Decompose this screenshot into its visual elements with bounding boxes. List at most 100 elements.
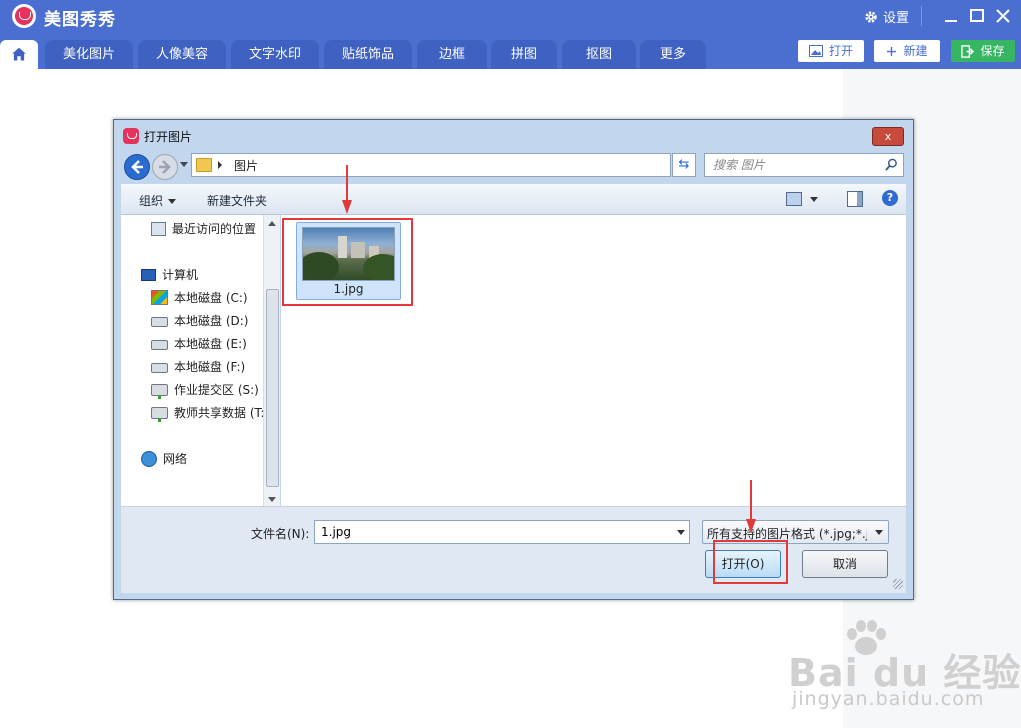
tab-stickers[interactable]: 贴纸饰品 [324, 40, 412, 69]
nav-item-drive-t[interactable]: 教师共享数据 (T: [151, 404, 265, 422]
dialog-toolbar: 组织 新建文件夹 ? [121, 184, 906, 215]
nav-item-computer[interactable]: 计算机 [141, 266, 198, 283]
navigation-scrollbar[interactable] [263, 215, 280, 506]
tab-more[interactable]: 更多 [640, 40, 706, 69]
nav-item-drive-d[interactable]: 本地磁盘 (D:) [151, 312, 248, 329]
arrow-down-icon [746, 519, 756, 533]
drive-icon [151, 363, 168, 373]
tab-home[interactable] [0, 40, 38, 69]
app-title: 美图秀秀 [44, 10, 116, 30]
nav-item-label: 本地磁盘 (C:) [174, 291, 248, 305]
breadcrumb-separator-icon[interactable] [218, 161, 222, 169]
new-folder-button[interactable]: 新建文件夹 [207, 192, 267, 209]
view-mode-icon[interactable] [786, 192, 802, 206]
search-box[interactable] [704, 153, 904, 177]
scroll-up-icon[interactable] [268, 221, 276, 226]
nav-item-label: 网络 [163, 452, 188, 466]
close-window-icon[interactable] [993, 6, 1013, 26]
filename-input[interactable] [319, 523, 663, 541]
tab-collage[interactable]: 拼图 [491, 40, 557, 69]
nav-item-drive-f[interactable]: 本地磁盘 (F:) [151, 358, 245, 375]
highlight-box-open-button [713, 540, 788, 584]
image-icon [808, 45, 823, 57]
nav-item-drive-s[interactable]: 作业提交区 (S:) [151, 381, 259, 399]
back-arrow-icon[interactable] [124, 154, 150, 180]
nav-item-label: 最近访问的位置 [172, 222, 257, 236]
nav-item-drive-c[interactable]: 本地磁盘 (C:) [151, 289, 248, 306]
save-icon [961, 44, 975, 58]
navigation-pane: 最近访问的位置 计算机 本地磁盘 (C:) 本地磁盘 (D:) 本地磁盘 (E:… [121, 215, 279, 506]
arrow-down-icon [342, 200, 352, 214]
nav-item-drive-e[interactable]: 本地磁盘 (E:) [151, 335, 247, 352]
maximize-icon[interactable] [967, 6, 987, 26]
nav-item-label: 本地磁盘 (F:) [174, 360, 246, 374]
baidu-jingyan-watermark: Bai du 经验 jingyan.baidu.com [788, 620, 1020, 720]
open-image-dialog: 打开图片 x 图片 ⇆ 组织 新建文件夹 ? 最近访问的位置 计算机 [113, 119, 914, 600]
drive-icon [151, 317, 168, 327]
network-drive-icon [151, 406, 168, 422]
nav-item-network[interactable]: 网络 [141, 450, 187, 467]
tab-text-watermark[interactable]: 文字水印 [231, 40, 319, 69]
dialog-footer: 文件名(N): 所有支持的图片格式 (*.jpg;*.jp 打开(O) 取消 [121, 506, 906, 593]
dialog-cancel-button[interactable]: 取消 [802, 550, 888, 578]
breadcrumb-current[interactable]: 图片 [234, 157, 258, 174]
network-icon [141, 450, 157, 467]
plus-icon [887, 46, 897, 56]
annotation-arrow-open [750, 480, 752, 520]
new-button[interactable]: 新建 [874, 40, 940, 62]
settings-label: 设置 [883, 11, 910, 26]
open-button[interactable]: 打开 [798, 40, 864, 62]
minimize-icon[interactable] [941, 6, 961, 26]
home-icon [12, 47, 26, 61]
recent-locations-dropdown-icon[interactable] [180, 162, 188, 167]
nav-item-label: 计算机 [162, 268, 199, 282]
recent-places-icon [151, 221, 166, 236]
tab-cutout[interactable]: 抠图 [562, 40, 636, 69]
network-drive-icon [151, 383, 168, 399]
view-options-dropdown-icon[interactable] [810, 197, 818, 202]
gear-icon [865, 10, 877, 23]
refresh-button[interactable]: ⇆ [672, 153, 696, 177]
settings-button[interactable]: 设置 [864, 7, 909, 26]
tab-portrait[interactable]: 人像美容 [138, 40, 226, 69]
chevron-down-icon [875, 530, 883, 535]
dialog-title: 打开图片 [144, 130, 193, 144]
dialog-close-button[interactable]: x [872, 127, 904, 146]
watermark-url: jingyan.baidu.com [792, 688, 985, 710]
dialog-app-icon [123, 128, 139, 144]
open-button-label: 打开 [828, 44, 853, 58]
folder-icon [196, 158, 212, 172]
search-icon[interactable] [885, 158, 898, 171]
search-input[interactable] [711, 156, 875, 174]
chevron-down-icon [168, 199, 177, 204]
forward-arrow-icon[interactable] [152, 154, 178, 180]
filename-dropdown-icon[interactable] [677, 530, 685, 535]
resize-grip[interactable] [893, 579, 903, 589]
scroll-down-icon[interactable] [268, 497, 276, 502]
filename-field[interactable] [314, 520, 690, 544]
scroll-thumb[interactable] [266, 289, 279, 487]
tab-border[interactable]: 边框 [417, 40, 487, 69]
refresh-icon: ⇆ [678, 157, 690, 172]
filename-label: 文件名(N): [251, 527, 310, 541]
nav-item-label: 本地磁盘 (E:) [174, 337, 247, 351]
computer-icon [141, 268, 156, 281]
new-button-label: 新建 [903, 44, 928, 58]
address-bar[interactable]: 图片 [191, 153, 744, 177]
system-drive-icon [151, 290, 168, 305]
window-controls-divider [921, 6, 922, 26]
highlight-box-file [282, 218, 413, 306]
help-icon[interactable]: ? [882, 190, 898, 206]
app-title-bar: 美图秀秀 设置 [0, 0, 1021, 32]
organize-label: 组织 [139, 194, 164, 208]
nav-item-recent[interactable]: 最近访问的位置 [151, 220, 256, 237]
preview-pane-icon[interactable] [847, 191, 863, 207]
tab-beautify[interactable]: 美化图片 [45, 40, 133, 69]
nav-item-label: 本地磁盘 (D:) [174, 314, 249, 328]
save-button[interactable]: 保存 [951, 40, 1015, 62]
annotation-arrow-file [346, 165, 348, 201]
drive-icon [151, 340, 168, 350]
main-tab-bar: 美化图片 人像美容 文字水印 贴纸饰品 边框 拼图 抠图 更多 打开 新建 保存 [0, 32, 1021, 69]
meitu-logo-icon [12, 4, 36, 28]
organize-menu[interactable]: 组织 [139, 192, 177, 209]
